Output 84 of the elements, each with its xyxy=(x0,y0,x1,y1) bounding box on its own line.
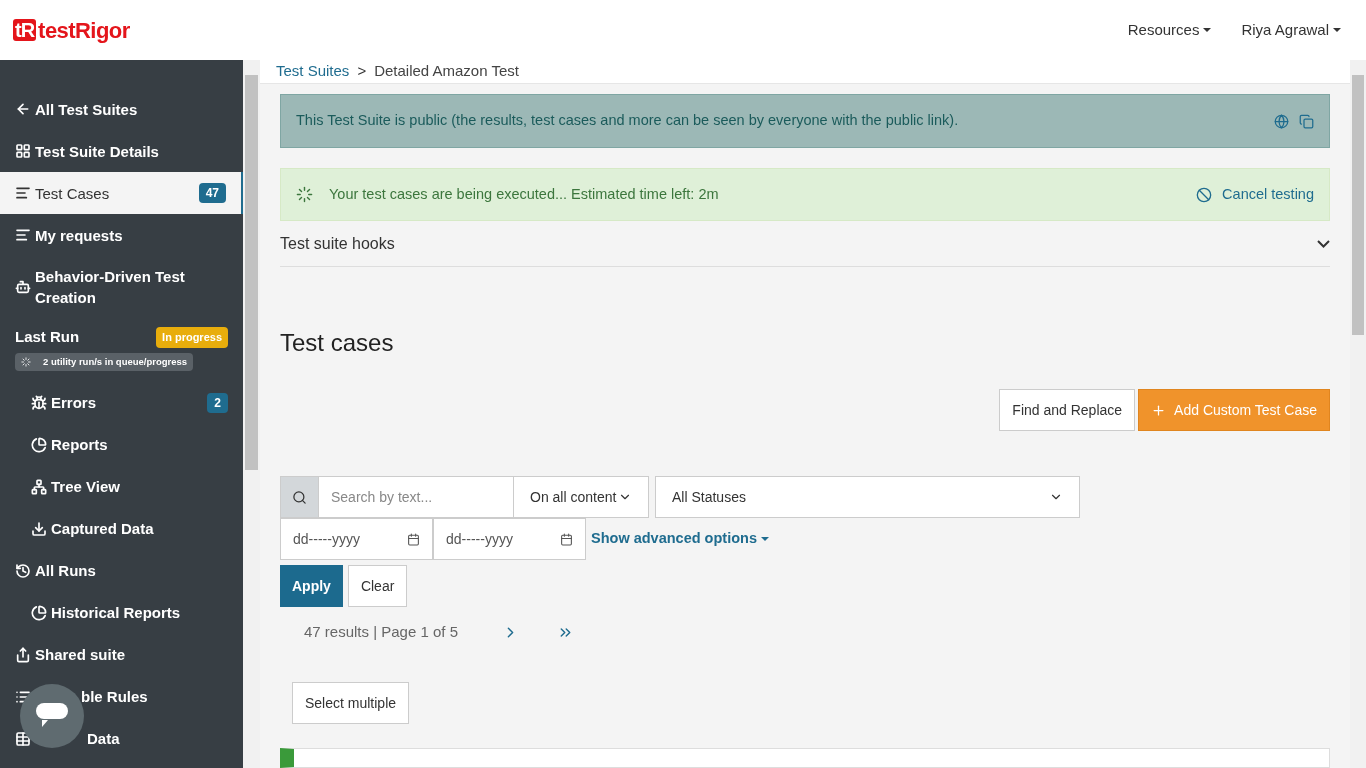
count-badge: 47 xyxy=(198,183,226,203)
lines-icon xyxy=(15,227,31,243)
hooks-toggle[interactable]: Test suite hooks xyxy=(280,221,1330,267)
date-field[interactable]: dd-----yyyy xyxy=(433,518,586,560)
breadcrumb-current: Detailed Amazon Test xyxy=(374,61,519,82)
tree-icon xyxy=(31,478,47,495)
sidebar-label: Test Suite Details xyxy=(35,141,159,162)
notice-text: This Test Suite is public (the results, test cases and more can be seen by everyone with the public link). xyxy=(296,111,960,131)
breadcrumb-link[interactable]: Test Suites xyxy=(276,60,350,83)
sidebar-heading[interactable]: Last Run xyxy=(15,326,80,349)
sidebar-label: ble Rules xyxy=(81,687,148,708)
globe-icon[interactable] xyxy=(1274,113,1289,129)
status-badge: In progress xyxy=(156,327,228,348)
caret-icon xyxy=(1333,28,1341,32)
date-placeholder: dd-----yyyy xyxy=(293,529,360,549)
pagination-summary: 47 results | Page 1 of 5 xyxy=(304,621,458,642)
pie-chart-icon xyxy=(31,604,47,621)
count-badge: 2 xyxy=(207,392,228,413)
sidebar-label: Captured Data xyxy=(51,519,154,540)
progress-text: Your test cases are being executed... Estimated time left: 2m xyxy=(329,184,720,204)
spinner-icon xyxy=(296,186,313,203)
scope-select[interactable]: On all content xyxy=(513,476,649,518)
chevron-icon xyxy=(1317,239,1330,248)
status-select[interactable]: All Statuses xyxy=(655,476,1080,518)
sidebar-item[interactable]: All Runs xyxy=(0,549,243,592)
date-field[interactable]: dd-----yyyy xyxy=(280,518,433,560)
bug-icon xyxy=(31,394,47,411)
header-menu[interactable]: Resources xyxy=(1127,18,1212,42)
date-placeholder: dd-----yyyy xyxy=(446,529,513,549)
sidebar-label: Errors xyxy=(51,393,97,414)
calendar-icon xyxy=(560,532,573,546)
sidebar-item[interactable]: All Test Suites xyxy=(0,88,243,130)
sidebar-item[interactable]: Historical Reports xyxy=(0,591,243,634)
search-field[interactable]: Search by text... xyxy=(318,476,514,518)
header-menu[interactable]: Riya Agrawal xyxy=(1241,18,1341,42)
ban-icon xyxy=(1196,186,1213,203)
apply-button[interactable]: Apply xyxy=(280,565,343,607)
caret-icon xyxy=(1203,28,1212,32)
select-multiple-button[interactable]: Select multiple xyxy=(292,682,410,724)
sidebar-item[interactable]: Tree View xyxy=(0,465,243,508)
pie-chart-icon xyxy=(31,436,47,453)
breadcrumb-separator: > xyxy=(357,61,367,82)
plus-icon xyxy=(1151,402,1167,418)
sidebar-label: Shared suite xyxy=(35,645,126,666)
logo-text[interactable]: testRigor xyxy=(38,13,130,47)
history-icon xyxy=(15,562,31,579)
sidebar-item[interactable]: Reports xyxy=(0,423,243,466)
table-icon xyxy=(15,730,31,747)
grid-icon xyxy=(15,143,31,159)
chat-bubble-icon xyxy=(36,703,68,729)
sidebar-item[interactable]: Test Cases 47 xyxy=(0,172,243,214)
download-icon xyxy=(31,520,47,537)
sidebar-label: All Test Suites xyxy=(35,99,138,120)
page-title: Test cases xyxy=(280,328,395,358)
advanced-options-link[interactable]: Show advanced options xyxy=(591,528,769,550)
sidebar-item[interactable]: Shared suite xyxy=(0,633,243,676)
sidebar-label: Test Cases xyxy=(35,183,110,204)
sidebar-item[interactable]: My requests xyxy=(0,214,243,256)
sidebar-item[interactable]: Data xyxy=(0,717,243,760)
sidebar-label: Data xyxy=(87,729,120,750)
copy-icon[interactable] xyxy=(1299,113,1314,129)
robot-icon xyxy=(15,279,31,295)
sidebar-item[interactable]: Test Suite Details xyxy=(0,130,243,172)
spinner-icon xyxy=(21,356,31,367)
lines-icon xyxy=(15,185,31,201)
sidebar-label: All Runs xyxy=(35,561,96,582)
sidebar-label: My requests xyxy=(35,225,123,246)
sidebar-label: Reports xyxy=(51,435,108,456)
queue-text: 2 utility run/s in queue/progress xyxy=(43,354,188,369)
sidebar-item[interactable]: Captured Data xyxy=(0,507,243,550)
sidebar-item[interactable]: Errors 2 xyxy=(0,381,243,424)
cancel-testing-link[interactable]: Cancel testing xyxy=(1196,183,1314,206)
clear-button[interactable]: Clear xyxy=(347,565,408,607)
sidebar-label: Behavior-Driven Test Creation xyxy=(35,267,186,308)
hooks-label: Test suite hooks xyxy=(280,233,395,254)
logo-mark[interactable]: tR xyxy=(13,19,37,41)
sidebar-label: Tree View xyxy=(51,477,120,498)
caret-icon xyxy=(760,537,769,541)
find-replace-button[interactable]: Find and Replace xyxy=(999,389,1136,431)
share-icon xyxy=(15,646,31,663)
calendar-icon xyxy=(407,532,420,546)
search-icon xyxy=(292,489,307,505)
sidebar-label: Historical Reports xyxy=(51,603,181,624)
sidebar-item[interactable]: Behavior-Driven Test Creation xyxy=(0,256,243,318)
